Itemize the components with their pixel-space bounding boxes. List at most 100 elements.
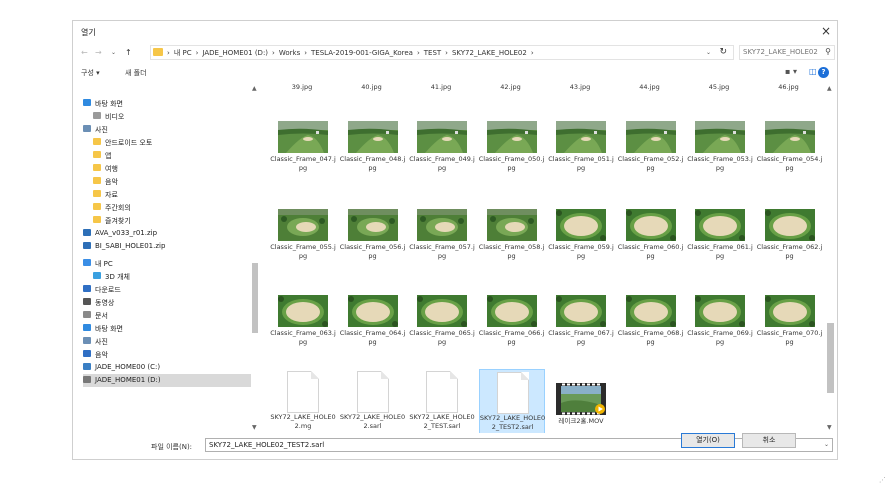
forward-arrow-icon[interactable]: → [95, 48, 102, 57]
sidebar-item[interactable]: JADE_HOME01 (D:) [83, 374, 251, 387]
navigation-scrollbar[interactable]: ▲ ▼ [251, 83, 259, 433]
file-item[interactable]: Classic_Frame_047.jpg [270, 119, 336, 177]
document-icon [426, 371, 458, 413]
resize-grip-icon[interactable]: ⋰ [879, 476, 886, 484]
file-name: Classic_Frame_061.jpg [687, 243, 753, 260]
filename-field[interactable]: ⌄ [205, 438, 833, 452]
file-item[interactable]: Classic_Frame_050.jpg [479, 119, 545, 177]
file-item[interactable]: Classic_Frame_048.jpg [340, 119, 406, 177]
file-item[interactable]: Classic_Frame_055.jpg [270, 207, 336, 265]
file-item[interactable]: Classic_Frame_067.jpg [548, 293, 614, 351]
breadcrumb-sky72-lake-hole02[interactable]: SKY72_LAKE_HOLE02 [452, 49, 527, 57]
folder-icon [93, 203, 101, 210]
file-item[interactable]: Classic_Frame_066.jpg [479, 293, 545, 351]
breadcrumb-tesla-project[interactable]: TESLA-2019-001-GIGA_Korea [311, 49, 413, 57]
scroll-thumb[interactable] [252, 263, 258, 333]
new-folder-button[interactable]: 새 폴더 [125, 68, 147, 78]
breadcrumb-separator[interactable]: › [304, 49, 307, 57]
breadcrumb-separator[interactable]: › [196, 49, 199, 57]
file-item[interactable]: SKY72_LAKE_HOLE02_TEST2.sarl [478, 369, 545, 433]
image-thumbnail [764, 295, 815, 327]
organize-button[interactable]: 구성 ▾ [81, 68, 100, 78]
scroll-up-icon[interactable]: ▲ [252, 85, 257, 92]
search-input[interactable] [743, 48, 819, 56]
zip-icon [83, 242, 91, 249]
file-name: Classic_Frame_059.jpg [548, 243, 614, 260]
file-name: Classic_Frame_058.jpg [478, 243, 545, 260]
navigation-pane: 바탕 화면 비디오 사진 안드로이드 오토 앱 여행 음악 자료 주간회의 즐겨찾기 AVA_v03… [83, 83, 263, 433]
scroll-down-icon[interactable]: ▼ [827, 424, 832, 431]
file-item[interactable]: 레이크2홀.MOV [548, 369, 614, 427]
file-item[interactable]: Classic_Frame_064.jpg [340, 293, 406, 351]
scroll-thumb[interactable] [827, 323, 834, 393]
breadcrumb: › 내 PC › JADE_HOME01 (D:) › Works › TESLA-2019-… [153, 48, 538, 58]
file-item[interactable]: SKY72_LAKE_HOLE02.mg [270, 369, 336, 433]
file-label-partial[interactable]: 44.jpg [617, 83, 683, 91]
up-arrow-icon[interactable]: ↑ [125, 48, 132, 57]
address-dropdown-chevron-icon[interactable]: ⌄ [706, 49, 711, 56]
breadcrumb-my-pc[interactable]: 내 PC [174, 49, 192, 57]
file-item[interactable]: SKY72_LAKE_HOLE02.sarl [340, 369, 406, 433]
file-item[interactable]: Classic_Frame_070.jpg [757, 293, 823, 351]
breadcrumb-works[interactable]: Works [279, 49, 300, 57]
breadcrumb-separator[interactable]: › [417, 49, 420, 57]
close-icon[interactable]: × [821, 24, 831, 38]
breadcrumb-separator[interactable]: › [167, 49, 170, 57]
file-item[interactable]: Classic_Frame_051.jpg [548, 119, 614, 177]
image-thumbnail [556, 121, 606, 153]
preview-pane-icon[interactable]: ◫ [809, 67, 817, 76]
breadcrumb-drive-d[interactable]: JADE_HOME01 (D:) [202, 49, 268, 57]
image-thumbnail [486, 121, 537, 153]
file-item[interactable]: Classic_Frame_068.jpg [618, 293, 684, 351]
file-item[interactable]: Classic_Frame_054.jpg [757, 119, 823, 177]
file-item[interactable]: Classic_Frame_063.jpg [270, 293, 336, 351]
file-item[interactable]: Classic_Frame_069.jpg [687, 293, 753, 351]
file-item[interactable]: Classic_Frame_058.jpg [479, 207, 545, 265]
file-item[interactable]: SKY72_LAKE_HOLE02_TEST.sarl [409, 369, 475, 433]
scroll-down-icon[interactable]: ▼ [252, 424, 257, 431]
file-item[interactable]: Classic_Frame_056.jpg [340, 207, 406, 265]
file-label-partial[interactable]: 41.jpg [408, 83, 474, 91]
file-item[interactable]: Classic_Frame_061.jpg [687, 207, 753, 265]
file-name: 레이크2홀.MOV [558, 417, 604, 425]
breadcrumb-test[interactable]: TEST [424, 49, 441, 57]
search-box[interactable]: ⚲ [739, 45, 835, 60]
file-label-partial[interactable]: 46.jpg [756, 83, 822, 91]
back-arrow-icon[interactable]: ← [81, 48, 88, 57]
file-item[interactable]: Classic_Frame_062.jpg [757, 207, 823, 265]
file-item[interactable]: Classic_Frame_053.jpg [687, 119, 753, 177]
file-label-partial[interactable]: 45.jpg [686, 83, 752, 91]
cancel-button[interactable]: 취소 [742, 433, 796, 448]
file-item[interactable]: Classic_Frame_060.jpg [618, 207, 684, 265]
file-item[interactable]: Classic_Frame_057.jpg [409, 207, 475, 265]
filename-dropdown-chevron-icon[interactable]: ⌄ [824, 441, 829, 448]
image-thumbnail [278, 121, 328, 153]
file-name: Classic_Frame_066.jpg [478, 329, 545, 346]
file-label-partial[interactable]: 40.jpg [339, 83, 405, 91]
refresh-icon[interactable]: ↻ [719, 47, 727, 57]
document-icon [287, 371, 319, 413]
file-list-scrollbar[interactable]: ▲ ▼ [826, 83, 835, 433]
file-label-partial[interactable]: 39.jpg [269, 83, 335, 91]
file-name: SKY72_LAKE_HOLE02.mg [270, 413, 336, 430]
file-item[interactable]: Classic_Frame_065.jpg [409, 293, 475, 351]
image-thumbnail [278, 209, 328, 241]
breadcrumb-separator[interactable]: › [531, 49, 534, 57]
scroll-up-icon[interactable]: ▲ [827, 85, 832, 92]
file-label-partial[interactable]: 43.jpg [547, 83, 613, 91]
breadcrumb-separator[interactable]: › [272, 49, 275, 57]
folder-icon [93, 216, 101, 223]
breadcrumb-separator[interactable]: › [445, 49, 448, 57]
view-options-icon[interactable]: ▪ ▾ [785, 67, 797, 76]
search-icon: ⚲ [825, 47, 831, 56]
document-icon [496, 372, 529, 414]
address-bar[interactable]: › 내 PC › JADE_HOME01 (D:) › Works › TESLA-2019-… [150, 45, 734, 60]
help-icon[interactable]: ? [818, 67, 829, 78]
recent-locations-chevron-icon[interactable]: ⌄ [111, 49, 116, 56]
file-label-partial[interactable]: 42.jpg [478, 83, 544, 91]
file-item[interactable]: Classic_Frame_049.jpg [409, 119, 475, 177]
file-item[interactable]: Classic_Frame_052.jpg [618, 119, 684, 177]
file-item[interactable]: Classic_Frame_059.jpg [548, 207, 614, 265]
image-thumbnail [625, 209, 676, 241]
open-button[interactable]: 열기(O) [681, 433, 735, 448]
